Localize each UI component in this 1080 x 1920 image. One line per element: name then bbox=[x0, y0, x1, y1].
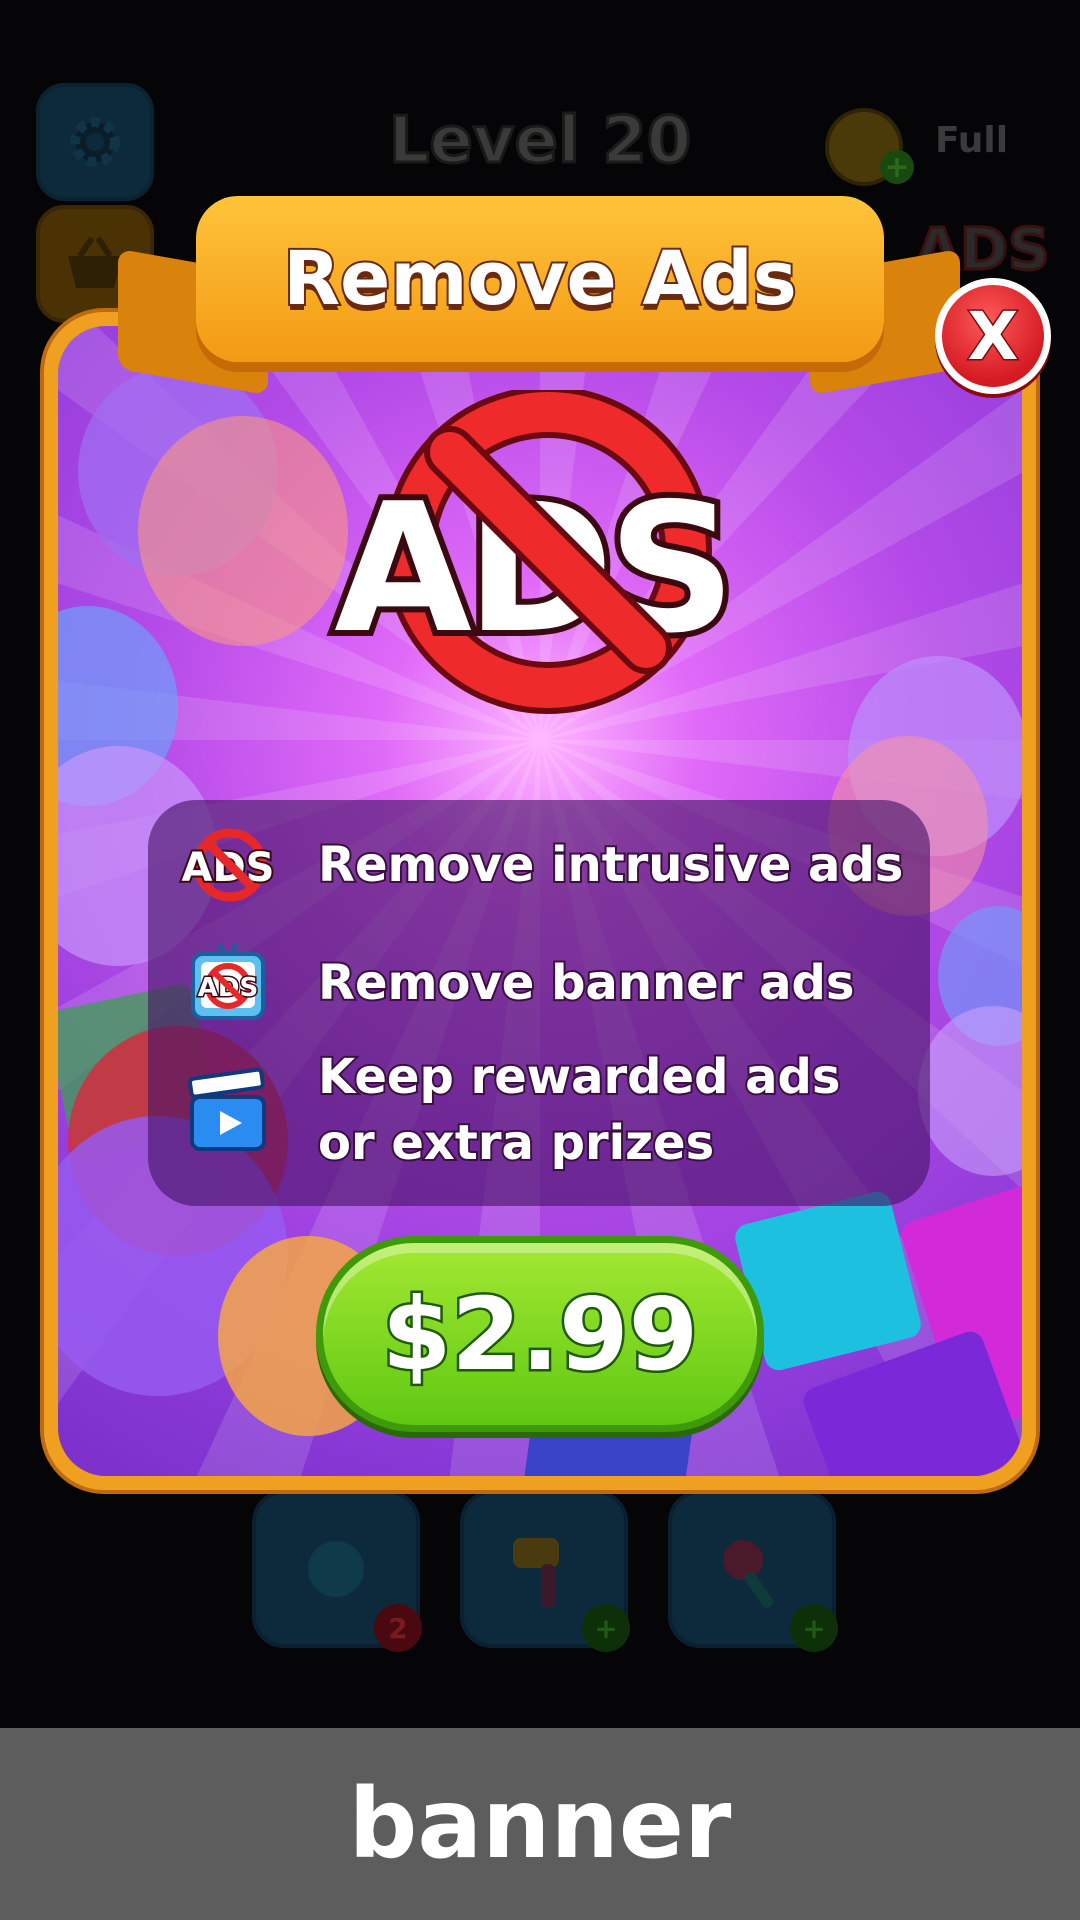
feature-text: Keep rewarded ads or extra prizes bbox=[316, 1044, 842, 1176]
booster-add-badge: + bbox=[582, 1604, 630, 1652]
add-lives-icon: + bbox=[880, 150, 914, 185]
lives-status: Full bbox=[935, 120, 1009, 161]
booster-add-badge: + bbox=[790, 1604, 838, 1652]
booster-count-badge: 2 bbox=[374, 1604, 422, 1652]
popup-title: Remove Ads bbox=[281, 234, 799, 324]
feature-text: Remove banner ads bbox=[316, 953, 856, 1013]
clapperboard-icon bbox=[178, 1065, 278, 1155]
no-banner-ads-icon: ADS bbox=[178, 938, 278, 1028]
close-icon: X bbox=[966, 296, 1020, 376]
level-title: Level 20 bbox=[387, 103, 693, 180]
price-label: $2.99 bbox=[379, 1273, 700, 1395]
settings-button bbox=[36, 83, 154, 201]
flower-icon bbox=[308, 1541, 364, 1597]
feature-item: ADS Remove banner ads bbox=[178, 938, 856, 1028]
wand-icon bbox=[723, 1540, 774, 1608]
feature-text-line: or extra prizes bbox=[316, 1113, 716, 1173]
booster-wand: + bbox=[668, 1490, 838, 1652]
feature-item: ADS Remove intrusive ads bbox=[178, 820, 905, 910]
banner-label: banner bbox=[348, 1768, 732, 1880]
close-button[interactable]: X bbox=[935, 278, 1051, 394]
no-ads-icon: ADS bbox=[178, 820, 278, 910]
gear-icon bbox=[70, 117, 120, 167]
booster-hammer: + bbox=[460, 1490, 630, 1652]
title-ribbon: Remove Ads bbox=[196, 196, 884, 362]
feature-text: Remove intrusive ads bbox=[316, 835, 905, 895]
feature-text-line: Keep rewarded ads bbox=[316, 1047, 842, 1107]
no-ads-emblem: ADS bbox=[328, 390, 742, 714]
hammer-icon bbox=[513, 1538, 559, 1608]
banner-ad-area: banner bbox=[0, 1728, 1080, 1920]
features-panel: ADS Remove intrusive ads ADS Remove bann… bbox=[148, 800, 930, 1206]
feature-item: Keep rewarded ads or extra prizes bbox=[178, 1044, 842, 1176]
booster-flower: 2 bbox=[252, 1490, 422, 1652]
balloon-decoration bbox=[138, 416, 348, 646]
purchase-button[interactable]: $2.99 bbox=[316, 1236, 764, 1432]
